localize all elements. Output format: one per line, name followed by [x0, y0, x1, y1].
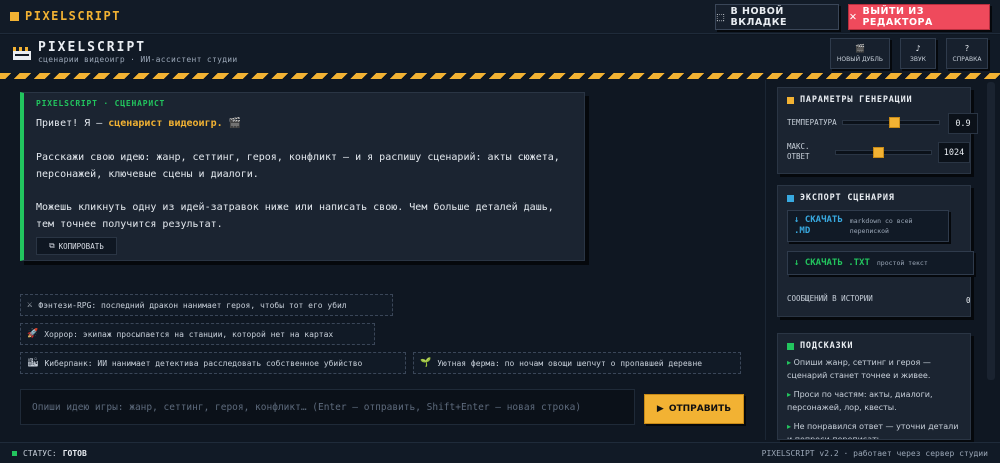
sound-button[interactable]: ♪ ЗВУК: [900, 38, 936, 69]
status-dot-icon: [12, 451, 17, 456]
sidebar-scrollbar[interactable]: [987, 82, 995, 380]
max-answer-value[interactable]: 1024: [938, 142, 970, 163]
status-value: ГОТОВ: [62, 449, 87, 458]
new-take-button[interactable]: 🎬 НОВЫЙ ДУБЛЬ: [830, 38, 890, 69]
send-button[interactable]: ▶ ОТПРАВИТЬ: [644, 394, 744, 424]
open-tab-icon: ⬚: [716, 11, 726, 23]
clapper-board-icon: [13, 47, 31, 60]
app-subtitle: сценарии видеоигр · ИИ-ассистент студии: [38, 55, 238, 64]
tip-item: ▸ Опиши жанр, сеттинг и героя — сценарий…: [787, 358, 931, 380]
editor-topbar: PIXELSCRIPT ⬚ В НОВОЙ ВКЛАДКЕ ✕ ВЫЙТИ ИЗ…: [0, 0, 1000, 34]
tips-square-icon: [787, 342, 794, 350]
params-square-icon: [787, 96, 794, 104]
play-icon: ▶: [656, 404, 664, 414]
history-count-label: СООБЩЕНИЙ В ИСТОРИИ: [787, 294, 873, 303]
prompt-chip-farm[interactable]: 🌱 Уютная ферма: по ночам овощи шепчут о …: [413, 352, 741, 374]
tips-panel: ПОДСКАЗКИ ▸ Опиши жанр, сеттинг и героя …: [777, 333, 971, 440]
tip-item: ▸ Проси по частям: акты, диалоги, персон…: [787, 390, 933, 412]
temperature-value[interactable]: 0.9: [948, 113, 978, 134]
download-txt-button[interactable]: ↓ СКАЧАТЬ .TXT простой текст: [787, 251, 974, 275]
exit-editor-button[interactable]: ✕ ВЫЙТИ ИЗ РЕДАКТОРА: [848, 4, 990, 30]
download-md-button[interactable]: ↓ СКАЧАТЬ .MD markdown со всей переписко…: [787, 210, 949, 242]
cyberpunk-icon: 🏙: [27, 358, 39, 368]
idea-input-wrapper: [20, 389, 635, 425]
close-icon: ✕: [849, 11, 858, 23]
copy-icon: ⧉: [49, 241, 55, 250]
tips-title: ПОДСКАЗКИ: [787, 341, 853, 351]
download-icon: ↓: [794, 257, 800, 268]
prompt-chip-horror[interactable]: 🚀 Хоррор: экипаж просыпается на станции,…: [20, 323, 375, 345]
assistant-message: PIXELSCRIPT · СЦЕНАРИСТ Привет! Я — сцен…: [20, 92, 585, 261]
logo-square-icon: [10, 11, 19, 21]
status-indicator: СТАТУС: ГОТОВ: [12, 449, 87, 458]
prompt-chip-fantasy[interactable]: ⚔ Фэнтези-RPG: последний дракон нанимает…: [20, 294, 393, 316]
music-note-icon: ♪: [915, 44, 921, 53]
message-paragraph-2: Расскажи свою идею: жанр, сеттинг, героя…: [36, 152, 560, 180]
message-paragraph-3: Можешь кликнуть одну из идей-затравок ни…: [36, 202, 554, 230]
sprout-icon: 🌱: [420, 358, 432, 368]
question-icon: ?: [964, 44, 970, 53]
hazard-stripe-divider: [0, 73, 1000, 79]
history-count-value: 0: [966, 296, 971, 305]
temperature-label: ТЕМПЕРАТУРА: [787, 118, 837, 127]
rocket-icon: 🚀: [27, 329, 39, 339]
open-new-tab-button[interactable]: ⬚ В НОВОЙ ВКЛАДКЕ: [715, 4, 839, 30]
prompt-chip-cyberpunk[interactable]: 🏙 Киберпанк: ИИ нанимает детектива рассл…: [20, 352, 406, 374]
copy-button[interactable]: ⧉ КОПИРОВАТЬ: [36, 237, 117, 255]
idea-input[interactable]: [21, 390, 634, 424]
clapper-emoji-icon: 🎬: [228, 118, 242, 129]
version-info: PIXELSCRIPT v2.2 · работает через сервер…: [761, 449, 988, 458]
params-title: ПАРАМЕТРЫ ГЕНЕРАЦИИ: [787, 95, 912, 105]
help-button[interactable]: ? СПРАВКА: [946, 38, 988, 69]
sword-icon: ⚔: [27, 300, 33, 310]
app-title: PIXELSCRIPT: [38, 40, 147, 55]
max-answer-label: МАКС. ОТВЕТ: [787, 142, 810, 161]
max-answer-slider-thumb[interactable]: [873, 147, 885, 158]
tip-item: ▸ Не понравился ответ — уточни детали и …: [787, 422, 959, 440]
download-icon: ↓: [794, 215, 800, 225]
topbar-logo: PIXELSCRIPT: [10, 9, 121, 23]
generation-params-panel: ПАРАМЕТРЫ ГЕНЕРАЦИИ ТЕМПЕРАТУРА 0.9 МАКС…: [777, 87, 978, 174]
status-bar: СТАТУС: ГОТОВ PIXELSCRIPT v2.2 · работае…: [0, 442, 1000, 463]
export-square-icon: [787, 194, 794, 202]
temperature-slider-thumb[interactable]: [889, 117, 901, 128]
clapper-icon: 🎬: [855, 44, 865, 53]
export-title: ЭКСПОРТ СЦЕНАРИЯ: [787, 193, 895, 203]
message-greeting: Привет! Я — сценарист видеоигр. 🎬: [36, 118, 242, 129]
message-author: PIXELSCRIPT · СЦЕНАРИСТ: [36, 99, 166, 108]
export-panel: ЭКСПОРТ СЦЕНАРИЯ ↓ СКАЧАТЬ .MD markdown …: [777, 185, 974, 317]
